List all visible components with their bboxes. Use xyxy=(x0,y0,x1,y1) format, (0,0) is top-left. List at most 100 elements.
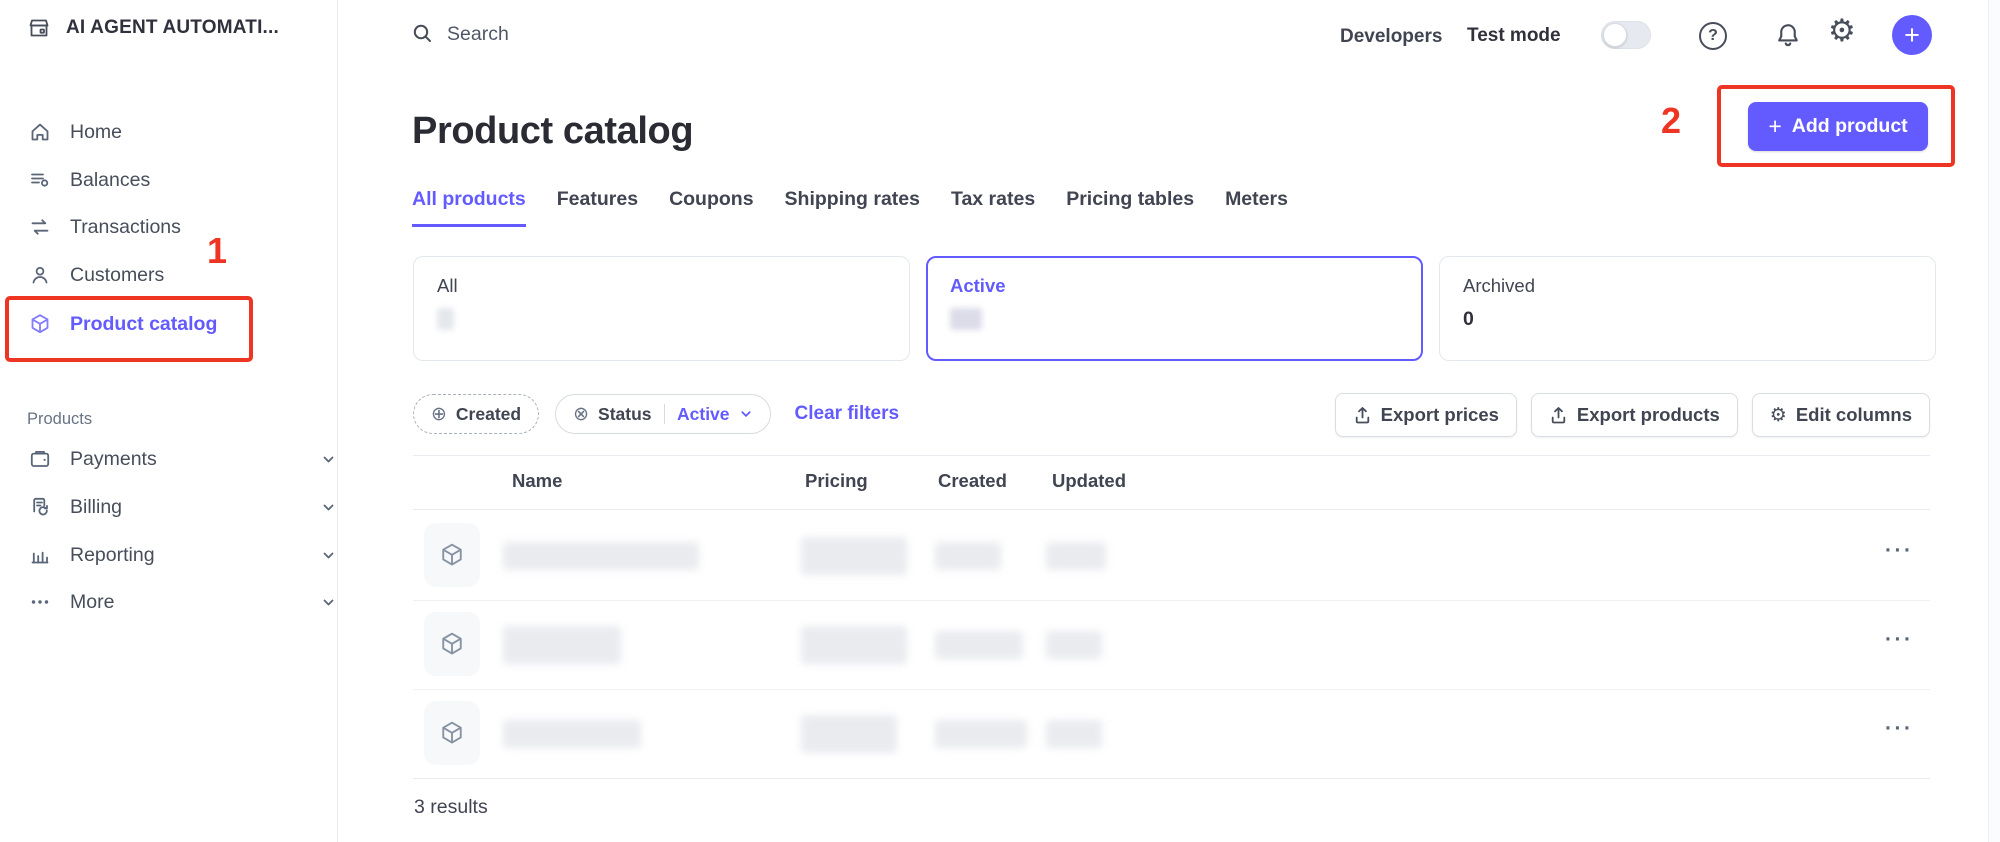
tab-all-products[interactable]: All products xyxy=(412,188,526,227)
notifications-bell-icon[interactable] xyxy=(1773,20,1803,50)
column-header-updated[interactable]: Updated xyxy=(1052,470,1126,492)
card-archived[interactable]: Archived 0 xyxy=(1439,256,1936,361)
more-icon xyxy=(28,590,52,614)
help-icon[interactable]: ? xyxy=(1699,22,1727,50)
export-icon xyxy=(1549,406,1568,425)
product-thumbnail xyxy=(424,612,480,676)
settings-gear-icon[interactable]: ⚙ xyxy=(1828,13,1856,49)
divider xyxy=(413,455,1930,456)
product-thumbnail xyxy=(424,701,480,765)
sidebar-item-customers[interactable]: Customers xyxy=(28,263,298,287)
catalog-tabs: All products Features Coupons Shipping r… xyxy=(412,188,1288,227)
sidebar-section-products: Products xyxy=(27,410,92,429)
redacted-text xyxy=(1046,720,1102,748)
annotation-number-1: 1 xyxy=(207,230,227,272)
add-product-button[interactable]: + Add product xyxy=(1748,102,1928,151)
tab-meters[interactable]: Meters xyxy=(1225,188,1288,227)
chevron-down-icon[interactable] xyxy=(321,548,336,563)
redacted-text xyxy=(801,715,897,753)
billing-icon xyxy=(28,495,52,519)
column-header-name[interactable]: Name xyxy=(512,470,562,492)
plus-icon: + xyxy=(1768,115,1781,138)
redacted-text xyxy=(503,626,621,664)
search-input[interactable]: Search xyxy=(411,22,1111,46)
tab-coupons[interactable]: Coupons xyxy=(669,188,753,227)
redacted-text xyxy=(801,537,907,575)
redacted-text xyxy=(1046,631,1102,659)
column-header-pricing[interactable]: Pricing xyxy=(805,470,868,492)
export-products-button[interactable]: Export products xyxy=(1531,393,1738,437)
filter-status-pill[interactable]: ⊗ Status Active xyxy=(555,394,770,434)
table-row[interactable]: ··· xyxy=(413,511,1930,600)
divider xyxy=(413,509,1930,510)
sidebar-item-transactions[interactable]: Transactions xyxy=(28,215,298,239)
card-all[interactable]: All xyxy=(413,256,910,361)
product-thumbnail xyxy=(424,523,480,587)
annotation-number-2: 2 xyxy=(1661,100,1681,142)
edit-columns-button[interactable]: ⚙ Edit columns xyxy=(1752,393,1930,437)
sidebar-item-payments[interactable]: Payments xyxy=(28,447,298,471)
archived-count: 0 xyxy=(1463,308,1912,331)
sidebar-item-more[interactable]: More xyxy=(28,590,298,614)
row-actions-icon[interactable]: ··· xyxy=(1885,539,1913,563)
sidebar-item-balances[interactable]: Balances xyxy=(28,168,298,192)
sidebar-item-reporting[interactable]: Reporting xyxy=(28,543,298,567)
summary-cards: All Active Archived 0 xyxy=(413,256,1936,361)
divider xyxy=(413,778,1930,779)
results-count: 3 results xyxy=(414,796,488,819)
row-actions-icon[interactable]: ··· xyxy=(1885,717,1913,741)
chevron-down-icon[interactable] xyxy=(321,452,336,467)
redacted-text xyxy=(801,626,907,664)
business-switcher[interactable]: AI AGENT AUTOMATI... xyxy=(27,16,279,40)
sidebar-item-product-catalog[interactable]: Product catalog xyxy=(28,312,298,336)
test-mode-toggle[interactable] xyxy=(1601,21,1651,49)
create-plus-button[interactable]: + xyxy=(1892,15,1932,55)
redacted-text xyxy=(503,542,699,570)
redacted-text xyxy=(935,720,1027,748)
home-icon xyxy=(28,120,52,144)
product-catalog-icon xyxy=(28,312,52,336)
tab-tax-rates[interactable]: Tax rates xyxy=(951,188,1035,227)
divider xyxy=(664,404,666,424)
filter-row: ⊕ Created ⊗ Status Active Clear filters xyxy=(413,394,899,434)
column-header-created[interactable]: Created xyxy=(938,470,1007,492)
balances-icon xyxy=(28,168,52,192)
filter-created-pill[interactable]: ⊕ Created xyxy=(413,394,539,434)
table-actions: Export prices Export products ⚙ Edit col… xyxy=(1316,393,1930,437)
search-icon xyxy=(411,22,435,46)
redacted-count xyxy=(437,308,454,330)
chevron-down-icon[interactable] xyxy=(321,595,336,610)
sidebar-item-home[interactable]: Home xyxy=(28,120,298,144)
redacted-text xyxy=(503,720,641,748)
clear-filters-link[interactable]: Clear filters xyxy=(795,403,900,425)
test-mode-label: Test mode xyxy=(1467,25,1561,47)
export-prices-button[interactable]: Export prices xyxy=(1335,393,1517,437)
circled-plus-icon: ⊕ xyxy=(431,405,447,424)
sidebar-item-billing[interactable]: Billing xyxy=(28,495,298,519)
search-placeholder: Search xyxy=(447,23,509,46)
scrollbar[interactable] xyxy=(1988,0,2000,842)
business-name: AI AGENT AUTOMATI... xyxy=(66,17,279,39)
tab-shipping-rates[interactable]: Shipping rates xyxy=(785,188,920,227)
row-actions-icon[interactable]: ··· xyxy=(1885,628,1913,652)
redacted-count xyxy=(950,308,982,330)
status-value: Active xyxy=(677,404,730,425)
developers-link[interactable]: Developers xyxy=(1340,26,1442,48)
circled-x-icon: ⊗ xyxy=(573,405,589,424)
tab-pricing-tables[interactable]: Pricing tables xyxy=(1066,188,1194,227)
card-active[interactable]: Active xyxy=(926,256,1423,361)
storefront-icon xyxy=(27,16,51,40)
reporting-icon xyxy=(28,543,52,567)
sidebar: AI AGENT AUTOMATI... Home Balances Trans… xyxy=(0,0,338,842)
table-row[interactable]: ··· xyxy=(413,600,1930,689)
redacted-text xyxy=(935,631,1023,659)
chevron-down-icon xyxy=(739,407,753,421)
gear-icon: ⚙ xyxy=(1770,406,1787,425)
transactions-icon xyxy=(28,215,52,239)
chevron-down-icon[interactable] xyxy=(321,500,336,515)
stripe-dashboard: AI AGENT AUTOMATI... Home Balances Trans… xyxy=(0,0,2000,842)
table-row[interactable]: ··· xyxy=(413,689,1930,778)
customers-icon xyxy=(28,263,52,287)
page-title: Product catalog xyxy=(412,110,693,153)
tab-features[interactable]: Features xyxy=(557,188,638,227)
